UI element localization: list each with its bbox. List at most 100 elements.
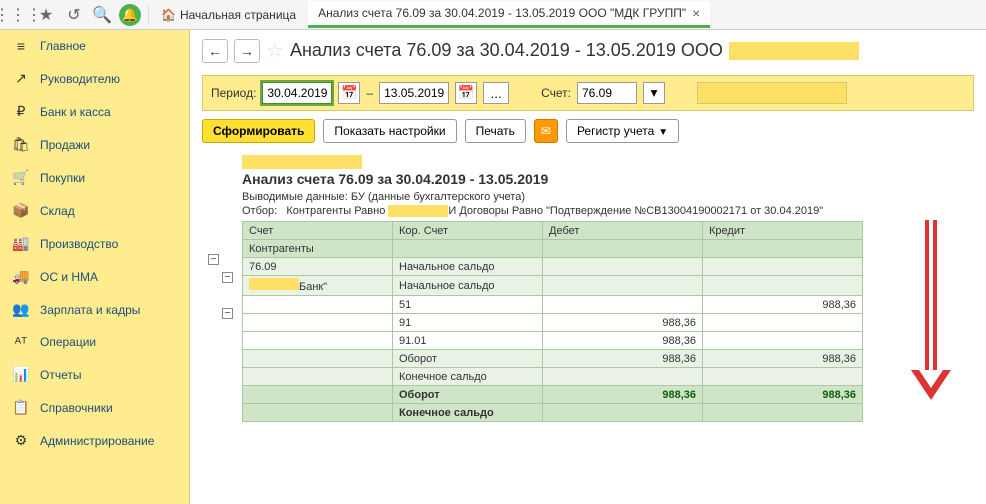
- favorite-icon[interactable]: ★: [32, 1, 60, 29]
- back-button[interactable]: ←: [202, 39, 228, 63]
- sidebar-item-purchases[interactable]: 🛒 Покупки: [0, 161, 189, 194]
- sidebar-item-bank[interactable]: ₽ Банк и касса: [0, 95, 189, 128]
- favorite-star-icon[interactable]: ☆: [266, 38, 284, 63]
- home-tab[interactable]: 🏠 Начальная страница: [153, 8, 304, 22]
- gear-icon: ⚙: [12, 432, 30, 449]
- email-button[interactable]: ✉: [534, 119, 558, 143]
- sidebar-item-label: Руководителю: [40, 72, 120, 86]
- th-cor-account: Кор. Счет: [393, 222, 543, 240]
- calendar-to-button[interactable]: 📅: [455, 82, 477, 104]
- close-icon[interactable]: ×: [692, 5, 700, 21]
- show-settings-button[interactable]: Показать настройки: [323, 119, 456, 143]
- notifications-icon[interactable]: 🔔: [119, 4, 141, 26]
- sidebar-item-production[interactable]: 🏭 Производство: [0, 227, 189, 260]
- table-summary-row: Конечное сальдо: [243, 404, 863, 422]
- history-icon[interactable]: ↺: [60, 1, 88, 29]
- table-row[interactable]: 91988,36: [243, 314, 863, 332]
- filter-label: Отбор:: [242, 205, 277, 217]
- chevron-down-icon: ▼: [658, 127, 668, 138]
- truck-icon: 🚚: [12, 268, 30, 285]
- redacted-org: [729, 42, 859, 60]
- meta-value: БУ (данные бухгалтерского учета): [351, 191, 525, 203]
- table-row[interactable]: 51988,36: [243, 296, 863, 314]
- search-icon[interactable]: 🔍: [88, 1, 116, 29]
- th-debit: Дебет: [543, 222, 703, 240]
- date-to-input[interactable]: [379, 82, 449, 104]
- apps-icon[interactable]: ⋮⋮⋮: [4, 1, 32, 29]
- clipboard-icon: 📋: [12, 399, 30, 416]
- sidebar-item-label: Зарплата и кадры: [40, 303, 140, 317]
- sidebar-item-admin[interactable]: ⚙ Администрирование: [0, 424, 189, 457]
- redacted-field[interactable]: [697, 82, 847, 104]
- meta-label: Выводимые данные:: [242, 191, 348, 203]
- generate-button[interactable]: Сформировать: [202, 119, 315, 143]
- top-toolbar: ⋮⋮⋮ ★ ↺ 🔍 🔔 🏠 Начальная страница Анализ …: [0, 0, 986, 30]
- factory-icon: 🏭: [12, 235, 30, 252]
- date-from-input[interactable]: [262, 82, 332, 104]
- collapse-toggle[interactable]: −: [222, 308, 233, 319]
- account-dropdown-button[interactable]: ▾: [643, 82, 665, 104]
- collapse-toggle[interactable]: −: [222, 272, 233, 283]
- title-bar: ← → ☆ Анализ счета 76.09 за 30.04.2019 -…: [202, 38, 974, 63]
- th-credit: Кредит: [703, 222, 863, 240]
- report-filter: Отбор: Контрагенты Равно И Договоры Равн…: [242, 205, 974, 217]
- sidebar-item-salary[interactable]: 👥 Зарплата и кадры: [0, 293, 189, 326]
- people-icon: 👥: [12, 301, 30, 318]
- chart-icon: ↗: [12, 70, 30, 87]
- sidebar-item-label: Администрирование: [40, 434, 154, 448]
- sidebar-item-label: Справочники: [40, 401, 113, 415]
- home-icon: 🏠: [161, 8, 176, 22]
- table-summary-row: Оборот988,36988,36: [243, 386, 863, 404]
- sidebar: ≡Главное ↗Руководителю ₽Банк и касса 🛍Пр…: [0, 30, 190, 504]
- sidebar-item-label: Покупки: [40, 171, 85, 185]
- tab-label: Анализ счета 76.09 за 30.04.2019 - 13.05…: [318, 6, 686, 20]
- report-title: Анализ счета 76.09 за 30.04.2019 - 13.05…: [242, 171, 974, 187]
- sidebar-item-label: Банк и касса: [40, 105, 111, 119]
- operations-icon: ᴬᵀ: [12, 334, 30, 350]
- table-row[interactable]: 91.01988,36: [243, 332, 863, 350]
- sidebar-item-main[interactable]: ≡Главное: [0, 30, 189, 62]
- sidebar-item-directories[interactable]: 📋 Справочники: [0, 391, 189, 424]
- table-row[interactable]: 76.09Начальное сальдо: [243, 258, 863, 276]
- sidebar-item-label: Главное: [40, 39, 86, 53]
- sidebar-item-operations[interactable]: ᴬᵀ Операции: [0, 326, 189, 358]
- sidebar-item-label: Отчеты: [40, 368, 81, 382]
- sidebar-item-label: Операции: [40, 335, 96, 349]
- table-row[interactable]: Конечное сальдо: [243, 368, 863, 386]
- redacted-contragent: [388, 205, 448, 217]
- main-area: ← → ☆ Анализ счета 76.09 за 30.04.2019 -…: [190, 30, 986, 504]
- sidebar-item-label: Производство: [40, 237, 118, 251]
- ruble-icon: ₽: [12, 103, 30, 120]
- table-row[interactable]: Банк"Начальное сальдо: [243, 276, 863, 296]
- sidebar-item-sales[interactable]: 🛍Продажи: [0, 128, 189, 161]
- period-label: Период:: [211, 86, 256, 100]
- sidebar-item-assets[interactable]: 🚚 ОС и НМА: [0, 260, 189, 293]
- print-button[interactable]: Печать: [465, 119, 526, 143]
- report-meta: Выводимые данные: БУ (данные бухгалтерск…: [242, 191, 974, 203]
- barchart-icon: 📊: [12, 366, 30, 383]
- collapse-toggle[interactable]: −: [208, 254, 219, 265]
- sidebar-item-manager[interactable]: ↗ Руководителю: [0, 62, 189, 95]
- forward-button[interactable]: →: [234, 39, 260, 63]
- separator: [148, 5, 149, 25]
- sidebar-item-label: ОС и НМА: [40, 270, 98, 284]
- period-select-button[interactable]: ...: [483, 82, 509, 104]
- filter-cond1: Контрагенты Равно: [286, 205, 385, 217]
- bag-icon: 🛍: [12, 136, 30, 153]
- dash: –: [366, 86, 373, 100]
- report-table: Счет Кор. Счет Дебет Кредит Контрагенты …: [242, 221, 863, 422]
- calendar-from-button[interactable]: 📅: [338, 82, 360, 104]
- button-row: Сформировать Показать настройки Печать ✉…: [202, 119, 974, 143]
- register-button[interactable]: Регистр учета▼: [566, 119, 679, 143]
- th-account: Счет: [243, 222, 393, 240]
- home-label: Начальная страница: [180, 8, 296, 22]
- table-row[interactable]: Оборот988,36988,36: [243, 350, 863, 368]
- sidebar-item-reports[interactable]: 📊 Отчеты: [0, 358, 189, 391]
- redacted-header: [242, 155, 362, 169]
- th-contragents: Контрагенты: [243, 240, 393, 258]
- sidebar-item-warehouse[interactable]: 📦Склад: [0, 194, 189, 227]
- account-input[interactable]: [577, 82, 637, 104]
- active-tab[interactable]: Анализ счета 76.09 за 30.04.2019 - 13.05…: [308, 1, 710, 28]
- sidebar-item-label: Склад: [40, 204, 75, 218]
- cart-icon: 🛒: [12, 169, 30, 186]
